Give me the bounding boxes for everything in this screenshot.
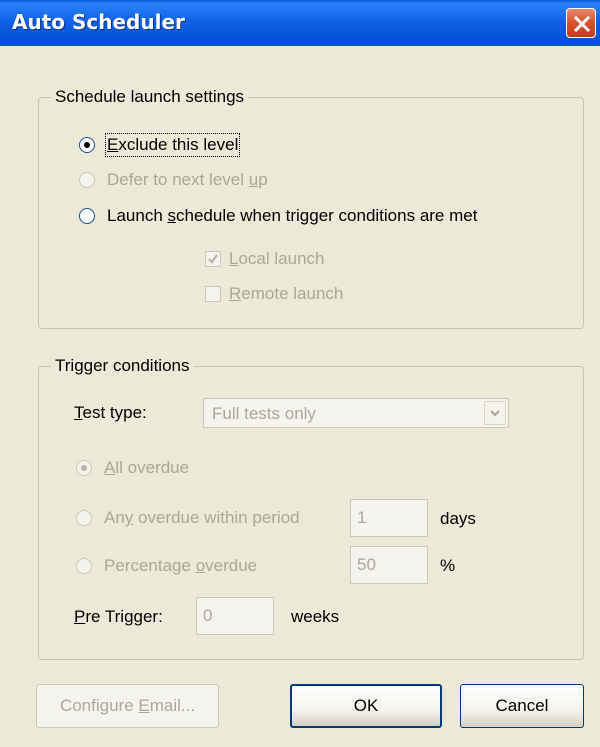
label-access-key: T — [74, 403, 83, 422]
label-part: Percentage — [104, 556, 196, 575]
remote-launch-label: Remote launch — [229, 284, 343, 304]
title-bar: Auto Scheduler — [0, 0, 600, 46]
label-access-key: E — [107, 135, 119, 154]
label-access-key: A — [104, 458, 116, 477]
label-part: overdue within period — [133, 508, 300, 527]
any-overdue-within-period-radio[interactable]: Any overdue within period — [76, 508, 300, 528]
period-days-input[interactable]: 1 — [350, 499, 428, 537]
pre-trigger-label: Pre Trigger: — [74, 607, 163, 627]
label-part: ll overdue — [115, 458, 190, 477]
dropdown-button[interactable] — [484, 401, 506, 425]
ok-button[interactable]: OK — [290, 684, 442, 728]
label-part: Configure — [59, 696, 139, 715]
test-type-label: Test type: — [74, 403, 147, 423]
radio-indicator — [79, 208, 95, 224]
label-part: ocal launch — [238, 249, 325, 268]
label-part: emote launch — [241, 284, 344, 303]
test-type-select[interactable]: Full tests only — [203, 398, 509, 428]
label-part: est type: — [82, 403, 147, 422]
test-type-value: Full tests only — [212, 404, 316, 423]
label-part: mail... — [149, 696, 196, 715]
label-part: An — [104, 508, 125, 527]
all-overdue-radio[interactable]: All overdue — [76, 458, 189, 478]
label-part: xclude this level — [118, 135, 239, 154]
checkbox-indicator — [205, 286, 221, 302]
local-launch-label: Local launch — [229, 249, 324, 269]
percentage-overdue-radio[interactable]: Percentage overdue — [76, 556, 257, 576]
label-access-key: R — [229, 284, 242, 303]
cancel-button[interactable]: Cancel — [460, 684, 584, 728]
close-button[interactable] — [566, 8, 596, 38]
cancel-label: Cancel — [495, 696, 549, 715]
any-overdue-label: Any overdue within period — [104, 508, 300, 528]
launch-schedule-radio[interactable]: Launch schedule when trigger conditions … — [79, 206, 477, 226]
days-unit-label: days — [440, 509, 476, 528]
label-access-key: o — [195, 556, 206, 575]
configure-email-button[interactable]: Configure Email... — [36, 684, 219, 728]
launch-schedule-label: Launch schedule when trigger conditions … — [107, 206, 477, 226]
label-part: p — [258, 170, 268, 189]
defer-to-next-level-radio[interactable]: Defer to next level up — [79, 170, 268, 190]
pre-trigger-value: 0 — [203, 606, 213, 625]
trigger-conditions-legend: Trigger conditions — [51, 356, 194, 376]
radio-indicator — [79, 137, 95, 153]
window-title: Auto Scheduler — [12, 10, 185, 34]
remote-launch-checkbox[interactable]: Remote launch — [205, 284, 343, 304]
label-part: Defer to next level — [107, 170, 249, 189]
exclude-this-level-label: Exclude this level — [104, 133, 241, 157]
chevron-down-icon — [490, 410, 500, 417]
pre-trigger-input[interactable]: 0 — [196, 597, 274, 635]
percentage-value: 50 — [357, 555, 376, 574]
weeks-unit-label: weeks — [291, 607, 340, 626]
defer-to-next-level-label: Defer to next level up — [107, 170, 268, 190]
percentage-input[interactable]: 50 — [350, 546, 428, 584]
percentage-overdue-label: Percentage overdue — [104, 556, 257, 576]
label-part: chedule when trigger conditions are met — [176, 206, 478, 225]
local-launch-checkbox[interactable]: Local launch — [205, 249, 324, 269]
percent-unit-label: % — [440, 556, 456, 575]
label-access-key: s — [167, 206, 177, 225]
ok-label: OK — [353, 696, 379, 715]
schedule-launch-settings-legend: Schedule launch settings — [51, 87, 249, 107]
label-part: re Trigger: — [85, 607, 163, 626]
all-overdue-label: All overdue — [104, 458, 189, 478]
period-days-value: 1 — [357, 508, 367, 527]
radio-indicator — [76, 558, 92, 574]
close-icon — [573, 15, 591, 33]
label-part: verdue — [205, 556, 258, 575]
radio-indicator — [76, 510, 92, 526]
radio-indicator — [76, 460, 92, 476]
label-access-key: E — [138, 696, 150, 715]
radio-indicator — [79, 172, 95, 188]
checkmark-icon — [208, 254, 218, 264]
exclude-this-level-radio[interactable]: Exclude this level — [79, 133, 241, 157]
label-access-key: u — [248, 170, 259, 189]
configure-email-label: Configure Email... — [60, 696, 195, 716]
checkbox-indicator — [205, 251, 221, 267]
label-part: Launch — [107, 206, 168, 225]
label-access-key: P — [74, 607, 86, 626]
